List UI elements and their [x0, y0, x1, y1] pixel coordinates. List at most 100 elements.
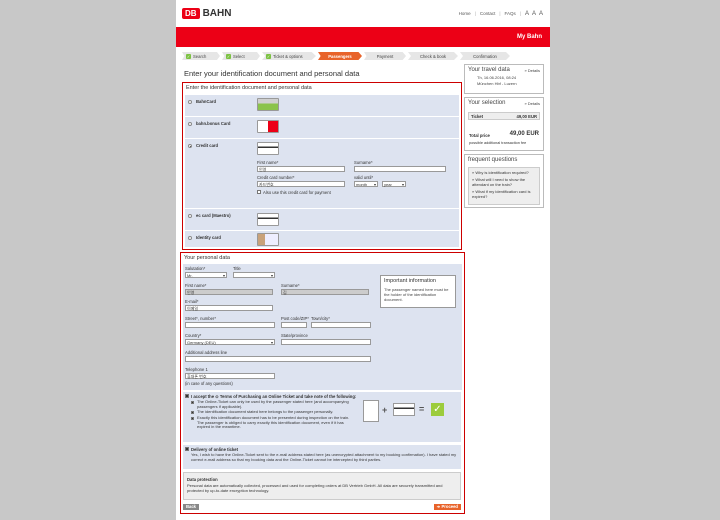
bahncard-radio[interactable]	[188, 100, 192, 104]
term-3: Exactly this identification document has…	[197, 415, 350, 430]
surname-input: 김	[281, 289, 369, 295]
phone-input[interactable]: 휴대폰 번호	[185, 373, 275, 379]
page-title: Enter your identification document and p…	[184, 69, 360, 78]
bahn-wordmark: BAHN	[202, 8, 232, 19]
state-input[interactable]	[281, 339, 371, 345]
card-number-label: Credit card number*	[257, 175, 295, 180]
step-ticket-options[interactable]: ✓ Ticket & options	[262, 52, 316, 60]
faq-link[interactable]: FAQs	[505, 11, 516, 16]
step-search[interactable]: ✓ Search	[182, 52, 220, 60]
id-option-credit-card[interactable]: Credit card First name* 인영 Surname* Cred…	[185, 139, 459, 209]
page: DB BAHN Home | Contact | FAQs | A A A My Ba…	[176, 0, 550, 520]
faq-item-text: What will I need to show the attendant o…	[472, 177, 526, 187]
back-button-label: Back	[186, 504, 197, 509]
bonus-card-radio[interactable]	[188, 122, 192, 126]
info-body: The passenger named here must be the hol…	[384, 287, 449, 302]
identity-card-label: Identity card	[196, 235, 221, 240]
month-select[interactable]: month	[354, 181, 378, 187]
step-label: Confirmation	[473, 53, 497, 59]
faq-box: frequent questions » Why is identificati…	[464, 154, 544, 208]
phone-hint: (in case of any questions)	[185, 381, 233, 386]
identity-card-radio[interactable]	[188, 236, 192, 240]
check-icon: ✓	[266, 53, 271, 59]
back-button[interactable]: Back	[183, 504, 200, 510]
separator: |	[499, 11, 501, 16]
title-label: Title	[233, 266, 241, 271]
proceed-button[interactable]: ➔ Proceed	[433, 504, 461, 510]
step-check-book: Check & book	[408, 52, 458, 60]
faq-item[interactable]: » What will I need to show the attendant…	[472, 177, 538, 187]
use-for-payment-checkbox[interactable]	[257, 190, 261, 194]
accept-terms-checkbox[interactable]	[185, 394, 189, 398]
step-label: Payment	[376, 53, 394, 59]
faq-item[interactable]: » What if my identification card is expi…	[472, 189, 538, 199]
home-link[interactable]: Home	[459, 11, 471, 16]
info-title: Important information	[384, 278, 436, 284]
ec-card-radio[interactable]	[188, 214, 192, 218]
my-bahn-link[interactable]: My Bahn	[517, 34, 542, 40]
salutation-select[interactable]: Mr.	[185, 272, 227, 278]
separator: |	[474, 11, 476, 16]
id-option-ec-card[interactable]: ec card (Maestro)	[185, 209, 459, 231]
additional-address-label: Additional address line	[185, 350, 228, 355]
delivery-body: Yes, I wish to have the Online-Ticket se…	[191, 452, 457, 462]
street-input[interactable]	[185, 322, 275, 328]
selection-details-link[interactable]: » Details	[524, 101, 540, 106]
travel-details-link[interactable]: » Details	[524, 68, 540, 73]
bonus-card-label: bahn.bonus Card	[196, 121, 231, 126]
year-select[interactable]: year	[382, 181, 406, 187]
surname-label: Surname*	[354, 160, 373, 165]
personal-form: Salutation* Mr. Title First name* 인영 Sur…	[183, 264, 462, 390]
important-info-box: Important information The passenger name…	[380, 275, 456, 308]
id-option-identity-card[interactable]: Identity card	[185, 231, 459, 249]
card-number-input[interactable]: 카드번호	[257, 181, 345, 187]
top-bar: DB BAHN Home | Contact | FAQs | A A A	[176, 0, 550, 27]
step-label: Passengers	[328, 53, 352, 59]
step-passengers: Passengers	[318, 52, 362, 60]
db-logo[interactable]: DB BAHN	[182, 8, 231, 19]
faq-item[interactable]: » Why is identification required?	[472, 170, 538, 176]
first-name-label: First name*	[185, 283, 207, 288]
bahncard-image	[257, 98, 279, 111]
step-select[interactable]: ✓ Select	[222, 52, 260, 60]
plus-icon: +	[382, 405, 388, 415]
id-option-bahncard[interactable]: BahnCard	[185, 95, 459, 117]
term-bullet	[191, 401, 194, 404]
valid-until-label: valid until*	[354, 175, 374, 180]
salutation-label: Salutation*	[185, 266, 206, 271]
id-panel-title: Enter the identification document and pe…	[186, 85, 312, 91]
country-select[interactable]: Germany (DEU)	[185, 339, 275, 345]
travel-route: München Hbf - Luzern	[477, 81, 517, 86]
credit-card-image	[257, 142, 279, 155]
db-logo-mark: DB	[182, 8, 200, 19]
use-for-payment-label: Also use this credit card for payment	[263, 190, 331, 195]
step-payment: Payment	[364, 52, 406, 60]
term-2: The identification document stated here …	[197, 409, 334, 414]
step-label: Select	[233, 53, 245, 59]
credit-card-radio[interactable]	[188, 144, 192, 148]
town-label: Town/city*	[311, 316, 330, 321]
text-size-toggle[interactable]: A A A	[525, 11, 544, 17]
card-surname-input[interactable]	[354, 166, 446, 172]
postcode-input[interactable]	[281, 322, 307, 328]
delivery-checkbox[interactable]	[185, 447, 189, 451]
first-name-input: 인영	[185, 289, 273, 295]
data-protection-section: Data protection Personal data are automa…	[183, 472, 461, 500]
title-select[interactable]	[233, 272, 275, 278]
town-input[interactable]	[311, 322, 371, 328]
phone-label: Telephone 1	[185, 367, 208, 372]
email-input[interactable]: 이메일	[185, 305, 273, 311]
id-options-list: BahnCard bahn.bonus Card Credit card Fir…	[185, 95, 459, 247]
check-icon: ✓	[186, 53, 191, 59]
contact-link[interactable]: Contact	[480, 11, 496, 16]
ticket-row: Ticket 49,00 EUR	[468, 112, 540, 120]
id-option-bonus-card[interactable]: bahn.bonus Card	[185, 117, 459, 139]
my-bahn-bar: My Bahn	[176, 27, 550, 47]
additional-address-input[interactable]	[185, 356, 371, 362]
total-price: 49,00 EUR	[509, 131, 539, 137]
card-first-name-input[interactable]: 인영	[257, 166, 345, 172]
ec-card-image	[257, 213, 279, 226]
proceed-button-label: Proceed	[441, 504, 458, 509]
travel-data-box: Your travel data » Details Th, 16.06.201…	[464, 64, 544, 94]
equals-icon: =	[419, 404, 425, 414]
